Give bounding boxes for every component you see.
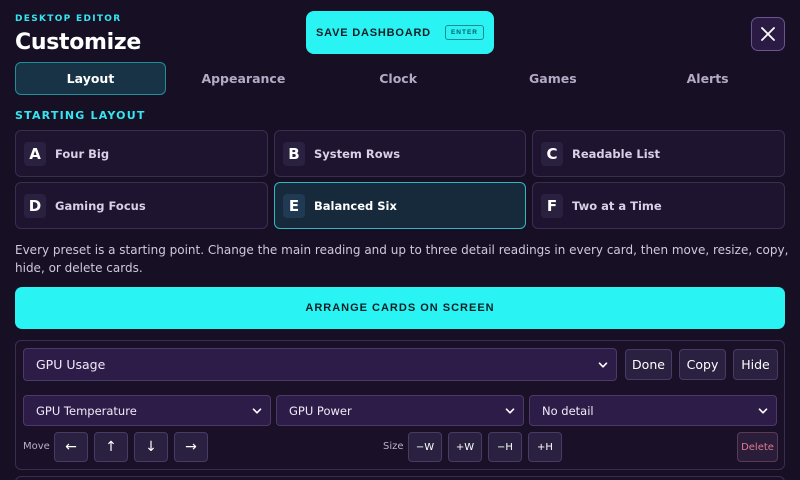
preset-grid: A Four Big B System Rows C Readable List…: [15, 130, 785, 229]
close-button[interactable]: [751, 17, 785, 51]
chevron-down-icon: [598, 361, 608, 368]
preset-name: System Rows: [314, 146, 401, 161]
next-card-edge: [15, 476, 785, 480]
preset-info-text: Every preset is a starting point. Change…: [15, 243, 789, 275]
preset-letter: D: [24, 193, 46, 218]
preset-letter: E: [283, 193, 305, 218]
starting-layout-heading: STARTING LAYOUT: [15, 109, 146, 122]
preset-balanced-six[interactable]: E Balanced Six: [274, 182, 526, 229]
preset-letter: C: [541, 141, 563, 166]
tab-layout[interactable]: Layout: [15, 62, 166, 95]
save-dashboard-button[interactable]: SAVE DASHBOARD ENTER: [306, 11, 494, 54]
move-left-button[interactable]: ←: [54, 432, 88, 462]
page-title: Customize: [15, 30, 142, 55]
tab-games[interactable]: Games: [476, 62, 631, 95]
save-button-label: SAVE DASHBOARD: [316, 26, 431, 39]
preset-name: Two at a Time: [572, 198, 662, 213]
preset-letter: A: [24, 141, 46, 166]
delete-card-button[interactable]: Delete: [737, 432, 778, 462]
decrease-width-button[interactable]: −W: [408, 432, 442, 462]
detail-value-1: GPU Temperature: [36, 403, 137, 418]
preset-two-at-a-time[interactable]: F Two at a Time: [532, 182, 785, 229]
done-button[interactable]: Done: [625, 349, 672, 380]
arrange-cards-button[interactable]: ARRANGE CARDS ON SCREEN: [15, 287, 785, 329]
detail-select-2[interactable]: GPU Power: [276, 395, 524, 426]
move-up-button[interactable]: ↑: [94, 432, 128, 462]
detail-value-2: GPU Power: [289, 403, 352, 418]
preset-name: Balanced Six: [314, 198, 397, 213]
preset-system-rows[interactable]: B System Rows: [274, 130, 526, 177]
enter-key-badge: ENTER: [444, 25, 484, 40]
detail-value-3: No detail: [542, 403, 594, 418]
decrease-height-button[interactable]: −H: [488, 432, 522, 462]
detail-select-3[interactable]: No detail: [529, 395, 777, 426]
tab-bar: Layout Appearance Clock Games Alerts: [15, 62, 785, 95]
increase-width-button[interactable]: +W: [448, 432, 482, 462]
increase-height-button[interactable]: +H: [528, 432, 562, 462]
preset-name: Readable List: [572, 146, 660, 161]
eyebrow-label: DESKTOP EDITOR: [15, 14, 122, 24]
copy-button[interactable]: Copy: [679, 349, 726, 380]
detail-select-1[interactable]: GPU Temperature: [23, 395, 271, 426]
card-editor: GPU Usage Done Copy Hide GPU Temperature…: [15, 340, 785, 470]
tab-appearance[interactable]: Appearance: [166, 62, 321, 95]
chevron-down-icon: [758, 407, 768, 414]
preset-name: Four Big: [55, 146, 110, 161]
close-icon: [761, 27, 775, 41]
preset-readable-list[interactable]: C Readable List: [532, 130, 785, 177]
preset-name: Gaming Focus: [55, 198, 146, 213]
preset-letter: F: [541, 193, 563, 218]
main-reading-value: GPU Usage: [36, 357, 106, 372]
size-label: Size: [383, 441, 404, 452]
preset-gaming-focus[interactable]: D Gaming Focus: [15, 182, 268, 229]
main-reading-select[interactable]: GPU Usage: [23, 348, 617, 381]
chevron-down-icon: [252, 407, 262, 414]
hide-button[interactable]: Hide: [733, 349, 778, 380]
preset-letter: B: [283, 141, 305, 166]
move-down-button[interactable]: ↓: [134, 432, 168, 462]
tab-clock[interactable]: Clock: [321, 62, 476, 95]
move-right-button[interactable]: →: [174, 432, 208, 462]
chevron-down-icon: [505, 407, 515, 414]
move-label: Move: [23, 441, 50, 452]
tab-alerts[interactable]: Alerts: [630, 62, 785, 95]
preset-four-big[interactable]: A Four Big: [15, 130, 268, 177]
